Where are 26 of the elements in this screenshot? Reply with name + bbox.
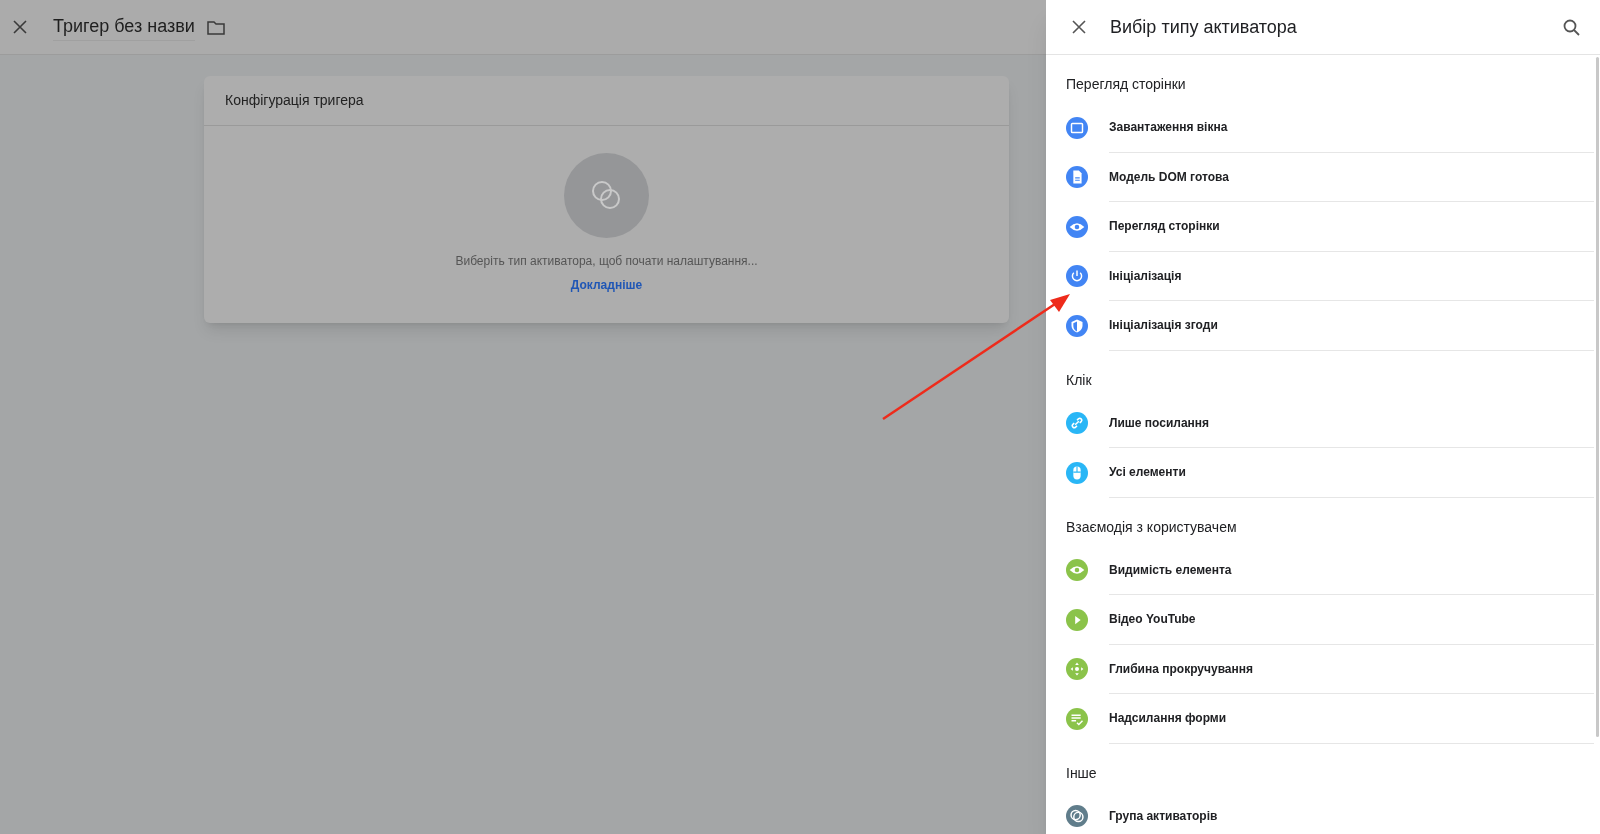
trigger-name[interactable]: Тригер без назви	[53, 13, 195, 41]
section-heading: Інше	[1066, 763, 1097, 783]
close-icon[interactable]	[13, 20, 27, 34]
empty-message: Виберіть тип активатора, щоб почати налаштування...	[455, 253, 758, 270]
scrollbar[interactable]	[1596, 57, 1599, 737]
trigger-type-item[interactable]: Перегляд сторінки	[1109, 202, 1594, 252]
trigger-type-item[interactable]: Ініціалізація згоди	[1109, 301, 1594, 351]
trigger-type-item[interactable]: Завантаження вікна	[1109, 103, 1594, 153]
trigger-type-item[interactable]: Усі елементи	[1109, 448, 1594, 498]
trigger-circle-icon	[564, 153, 649, 238]
trigger-type-item[interactable]: Глибина прокручування	[1109, 644, 1594, 694]
card-title: Конфігурація тригера	[204, 76, 1009, 126]
panel-title: Вибір типу активатора	[1110, 15, 1297, 39]
section-heading: Клік	[1066, 370, 1092, 390]
close-icon[interactable]	[1072, 20, 1086, 34]
trigger-type-item[interactable]: Надсилання форми	[1109, 694, 1594, 744]
trigger-type-item[interactable]: Ініціалізація	[1109, 251, 1594, 301]
trigger-type-item[interactable]: Лише посилання	[1109, 398, 1594, 448]
folder-icon[interactable]	[206, 19, 225, 35]
trigger-type-item[interactable]: Модель DOM готова	[1109, 152, 1594, 202]
trigger-type-item[interactable]: Відео YouTube	[1109, 595, 1594, 645]
trigger-type-item[interactable]: Група активаторів	[1109, 791, 1594, 834]
trigger-type-item[interactable]: Видимість елемента	[1109, 545, 1594, 595]
section-heading: Перегляд сторінки	[1066, 75, 1186, 94]
search-icon[interactable]	[1563, 18, 1580, 36]
section-heading: Взаємодія з користувачем	[1066, 517, 1237, 537]
